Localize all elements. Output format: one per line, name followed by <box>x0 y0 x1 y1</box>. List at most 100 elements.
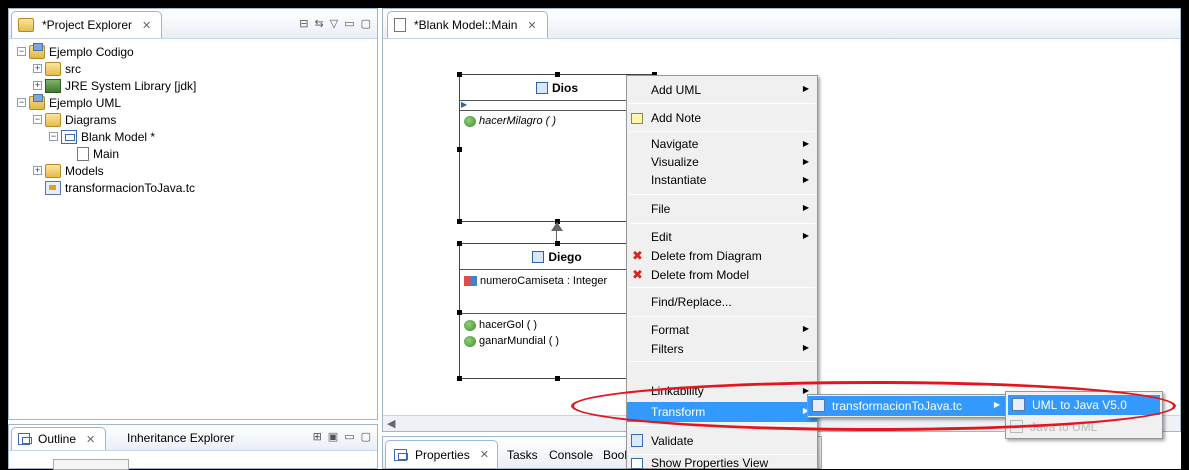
attribute-compartment[interactable]: numeroCamiseta : Integer <box>460 270 654 314</box>
resize-handle[interactable] <box>457 219 462 224</box>
operation-item[interactable]: hacerMilagro ( ) <box>460 113 654 129</box>
minimize-icon[interactable]: ▭ <box>344 430 354 443</box>
collapse-icon[interactable]: − <box>49 132 58 141</box>
menu-item-label: transformacionToJava.tc <box>832 399 963 413</box>
tab-project-explorer-label: *Project Explorer <box>42 18 133 32</box>
attribute-compartment[interactable]: ▶ <box>460 100 654 111</box>
menu-item-edit[interactable]: Edit ▶ <box>627 227 817 246</box>
attribute-label: numeroCamiseta : Integer <box>480 275 608 287</box>
tab-properties[interactable]: Properties ✕ <box>385 440 498 468</box>
tree-item[interactable]: + src <box>17 60 377 77</box>
close-icon[interactable]: ✕ <box>142 19 151 32</box>
resize-handle[interactable] <box>555 376 560 381</box>
menu-separator <box>629 103 815 104</box>
menu-item-transformacion-to-java[interactable]: transformacionToJava.tc ▶ <box>808 396 1008 416</box>
tab-inheritance-explorer[interactable]: Inheritance Explorer <box>127 431 234 445</box>
class-icon <box>532 250 545 263</box>
menu-item-uml-to-java[interactable]: UML to Java V5.0 <box>1008 395 1160 415</box>
menu-item-java-to-uml: Java to UML <box>1006 417 1162 437</box>
operation-compartment[interactable]: hacerMilagro ( ) <box>460 111 654 129</box>
scroll-left-icon[interactable]: ◀ <box>387 417 395 430</box>
resize-handle[interactable] <box>457 147 462 152</box>
menu-item-filters[interactable]: Filters ▶ <box>627 339 817 358</box>
menu-item-delete-from-diagram[interactable]: ✖ Delete from Diagram <box>627 246 817 265</box>
menu-item-label: Linkability <box>651 384 704 398</box>
tree-item[interactable]: − Ejemplo UML <box>17 93 377 111</box>
tab-outline-label: Outline <box>38 432 77 446</box>
tab-tasks[interactable]: Tasks <box>507 448 538 462</box>
outline-icon <box>18 433 32 445</box>
menu-item-label: Java to UML <box>1030 420 1098 434</box>
view-menu-icon[interactable]: ▽ <box>330 17 338 30</box>
expand-icon[interactable]: + <box>33 166 42 175</box>
menu-item-file[interactable]: File ▶ <box>627 199 817 219</box>
close-icon[interactable]: ✕ <box>527 19 536 32</box>
menu-item-label: Find/Replace... <box>651 295 732 309</box>
maximize-icon[interactable]: ▢ <box>361 17 371 30</box>
tc-file-icon <box>45 180 61 195</box>
tree-item-label: Diagrams <box>65 112 117 127</box>
menu-item-add-uml[interactable]: Add UML ▶ <box>627 80 817 100</box>
menu-item-label: Delete from Model <box>651 267 750 282</box>
outline-thumbnail[interactable] <box>53 459 129 470</box>
close-icon[interactable]: ✕ <box>480 448 489 461</box>
context-menu: Add UML ▶ Add Note Navigate ▶ Visualize … <box>626 75 818 470</box>
menu-item-add-note[interactable]: Add Note <box>627 108 817 128</box>
menu-item-validate[interactable]: Validate <box>627 431 817 451</box>
tab-blank-model-main[interactable]: *Blank Model::Main ✕ <box>387 11 548 38</box>
resize-handle[interactable] <box>457 241 462 246</box>
collapse-all-icon[interactable]: ⊟ <box>299 17 308 30</box>
overview-icon[interactable]: ▣ <box>328 430 338 443</box>
tree-item[interactable]: + JRE System Library [jdk] <box>17 77 377 94</box>
menu-item-transform[interactable]: Transform ▶ <box>627 402 817 422</box>
menu-item-show-properties-view[interactable]: Show Properties View <box>627 456 817 470</box>
resize-handle[interactable] <box>457 72 462 77</box>
minimize-icon[interactable]: ▭ <box>344 17 354 30</box>
tab-outline[interactable]: Outline ✕ <box>11 427 107 450</box>
menu-item-find-replace[interactable]: Find/Replace... <box>627 292 817 312</box>
collapse-icon[interactable]: − <box>17 98 26 107</box>
project-icon <box>29 93 45 110</box>
folder-icon <box>45 163 61 178</box>
resize-handle[interactable] <box>457 376 462 381</box>
menu-item-navigate[interactable]: Navigate ▶ <box>627 135 817 153</box>
menu-item-delete-from-model[interactable]: ✖ Delete from Model <box>627 265 817 284</box>
menu-item-label: Format <box>651 322 690 337</box>
project-explorer-header: *Project Explorer ✕ ⊟ ⇆ ▽ ▭ ▢ <box>9 9 377 39</box>
attribute-icon <box>464 276 477 286</box>
tree-item[interactable]: transformacionToJava.tc <box>17 179 377 196</box>
resize-handle[interactable] <box>457 310 462 315</box>
tree-item[interactable]: − Ejemplo Codigo <box>17 42 377 60</box>
tree-item[interactable]: − Blank Model * <box>17 128 377 145</box>
link-editor-icon[interactable]: ⇆ <box>315 17 324 30</box>
resize-handle[interactable] <box>555 72 560 77</box>
menu-item-label: UML to Java V5.0 <box>1032 398 1127 412</box>
menu-separator <box>629 361 815 362</box>
menu-item-instantiate[interactable]: Instantiate ▶ <box>627 171 817 189</box>
tree-item[interactable]: + Models <box>17 162 377 179</box>
tree-toggle-icon[interactable]: ⊞ <box>313 430 322 443</box>
operation-item[interactable]: hacerGol ( ) <box>460 317 654 333</box>
collapse-icon[interactable]: − <box>17 47 26 56</box>
menu-item-linkability[interactable]: Linkability ▶ <box>627 382 817 400</box>
attribute-item[interactable]: numeroCamiseta : Integer <box>460 273 654 289</box>
close-icon[interactable]: ✕ <box>86 433 95 446</box>
menu-item-format[interactable]: Format ▶ <box>627 320 817 339</box>
maximize-icon[interactable]: ▢ <box>361 430 371 443</box>
operation-compartment[interactable]: hacerGol ( ) ganarMundial ( ) <box>460 314 654 349</box>
expand-icon[interactable]: + <box>33 81 42 90</box>
expand-icon[interactable]: + <box>33 64 42 73</box>
project-tree: − Ejemplo Codigo + src + JRE System Library [… <box>9 39 377 196</box>
validate-icon <box>631 434 643 447</box>
collapse-icon[interactable]: − <box>33 115 42 124</box>
tab-project-explorer[interactable]: *Project Explorer ✕ <box>11 11 163 38</box>
operation-item[interactable]: ganarMundial ( ) <box>460 333 654 349</box>
tab-console[interactable]: Console <box>549 448 593 462</box>
tree-item[interactable]: − Diagrams <box>17 111 377 128</box>
class-icon <box>535 81 548 94</box>
menu-item-visualize[interactable]: Visualize ▶ <box>627 153 817 171</box>
resize-handle[interactable] <box>555 241 560 246</box>
view-toolbar: ⊟ ⇆ ▽ ▭ ▢ <box>299 17 371 30</box>
tree-item[interactable]: Main <box>17 145 377 162</box>
